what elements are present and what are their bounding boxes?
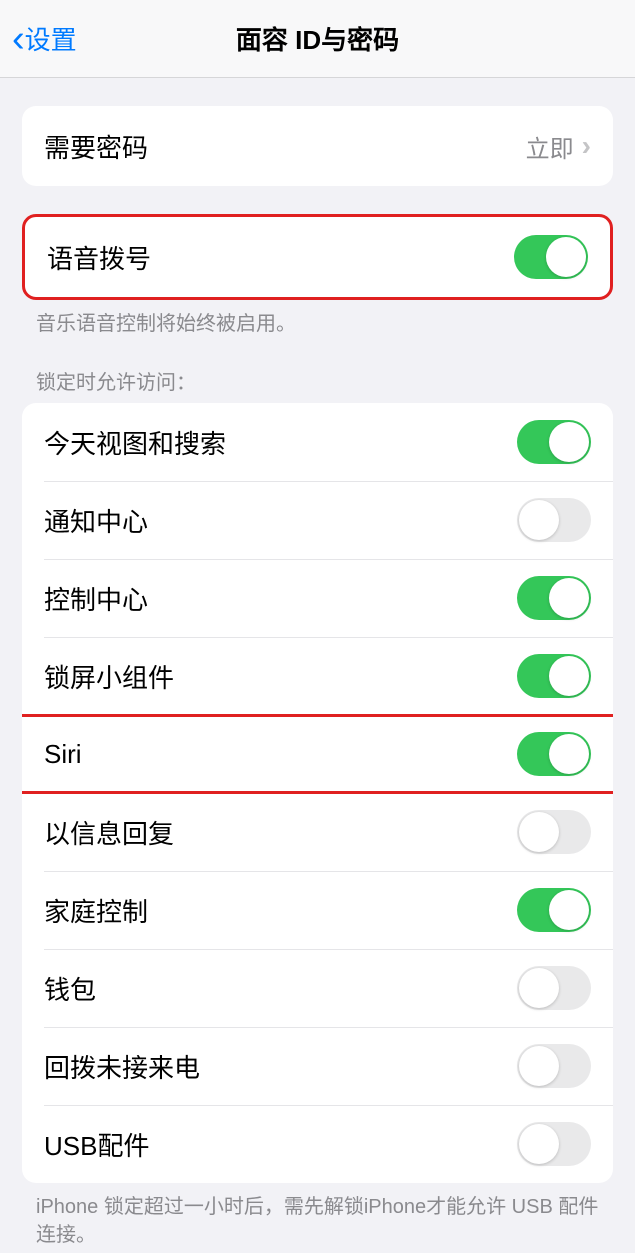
require-passcode-label: 需要密码 [44,128,148,165]
access-row-label: USB配件 [44,1126,149,1163]
access-row-label: 通知中心 [44,502,148,539]
access-toggle-2[interactable] [517,576,591,620]
nav-header: ‹ 设置 面容 ID与密码 [0,0,635,78]
toggle-knob [519,1046,559,1086]
toggle-knob [546,237,586,277]
voice-dial-toggle[interactable] [514,235,588,279]
toggle-knob [549,656,589,696]
access-row-1: 通知中心 [22,481,613,559]
access-row-label: 家庭控制 [44,892,148,929]
access-row-label: 回拨未接来电 [44,1048,200,1085]
access-toggle-0[interactable] [517,420,591,464]
back-label: 设置 [25,20,77,57]
locked-access-footer: iPhone 锁定超过一小时后，需先解锁iPhone才能允许 USB 配件连接。 [0,1183,635,1249]
voice-dial-row: 语音拨号 [25,217,610,297]
access-row-label: 以信息回复 [44,814,174,851]
access-toggle-1[interactable] [517,498,591,542]
access-toggle-9[interactable] [517,1122,591,1166]
access-toggle-5[interactable] [517,810,591,854]
access-row-2: 控制中心 [22,559,613,637]
access-row-5: 以信息回复 [22,793,613,871]
access-toggle-8[interactable] [517,1044,591,1088]
access-toggle-4[interactable] [517,732,591,776]
access-row-8: 回拨未接来电 [22,1027,613,1105]
access-toggle-7[interactable] [517,966,591,1010]
page-title: 面容 ID与密码 [236,20,399,57]
toggle-knob [519,1124,559,1164]
access-row-label: 控制中心 [44,580,148,617]
access-row-4: Siri [22,715,613,793]
toggle-knob [549,422,589,462]
toggle-knob [549,734,589,774]
toggle-knob [519,812,559,852]
chevron-right-icon: › [582,130,591,162]
access-toggle-6[interactable] [517,888,591,932]
access-row-0: 今天视图和搜索 [22,403,613,481]
toggle-knob [549,890,589,930]
toggle-knob [519,500,559,540]
access-row-label: 今天视图和搜索 [44,424,226,461]
voice-dial-label: 语音拨号 [47,239,151,276]
toggle-knob [549,578,589,618]
access-row-7: 钱包 [22,949,613,1027]
access-row-label: 钱包 [44,970,96,1007]
require-passcode-row[interactable]: 需要密码 立即 › [22,106,613,186]
chevron-left-icon: ‹ [12,20,25,58]
group-locked-access: 今天视图和搜索通知中心控制中心锁屏小组件 Siri 以信息回复家庭控制钱包回拨未接来… [22,403,613,1183]
access-toggle-3[interactable] [517,654,591,698]
access-row-3: 锁屏小组件 [22,637,613,715]
access-row-9: USB配件 [22,1105,613,1183]
require-passcode-value: 立即 [526,129,574,164]
access-row-label: Siri [44,739,82,770]
back-button[interactable]: ‹ 设置 [0,20,77,58]
access-row-label: 锁屏小组件 [44,658,174,695]
group-passcode: 需要密码 立即 › [22,106,613,186]
toggle-knob [519,968,559,1008]
voice-dial-footer: 音乐语音控制将始终被启用。 [0,300,635,338]
group-voice-dial: 语音拨号 [22,214,613,300]
locked-access-header: 锁定时允许访问： [0,338,635,403]
access-row-6: 家庭控制 [22,871,613,949]
